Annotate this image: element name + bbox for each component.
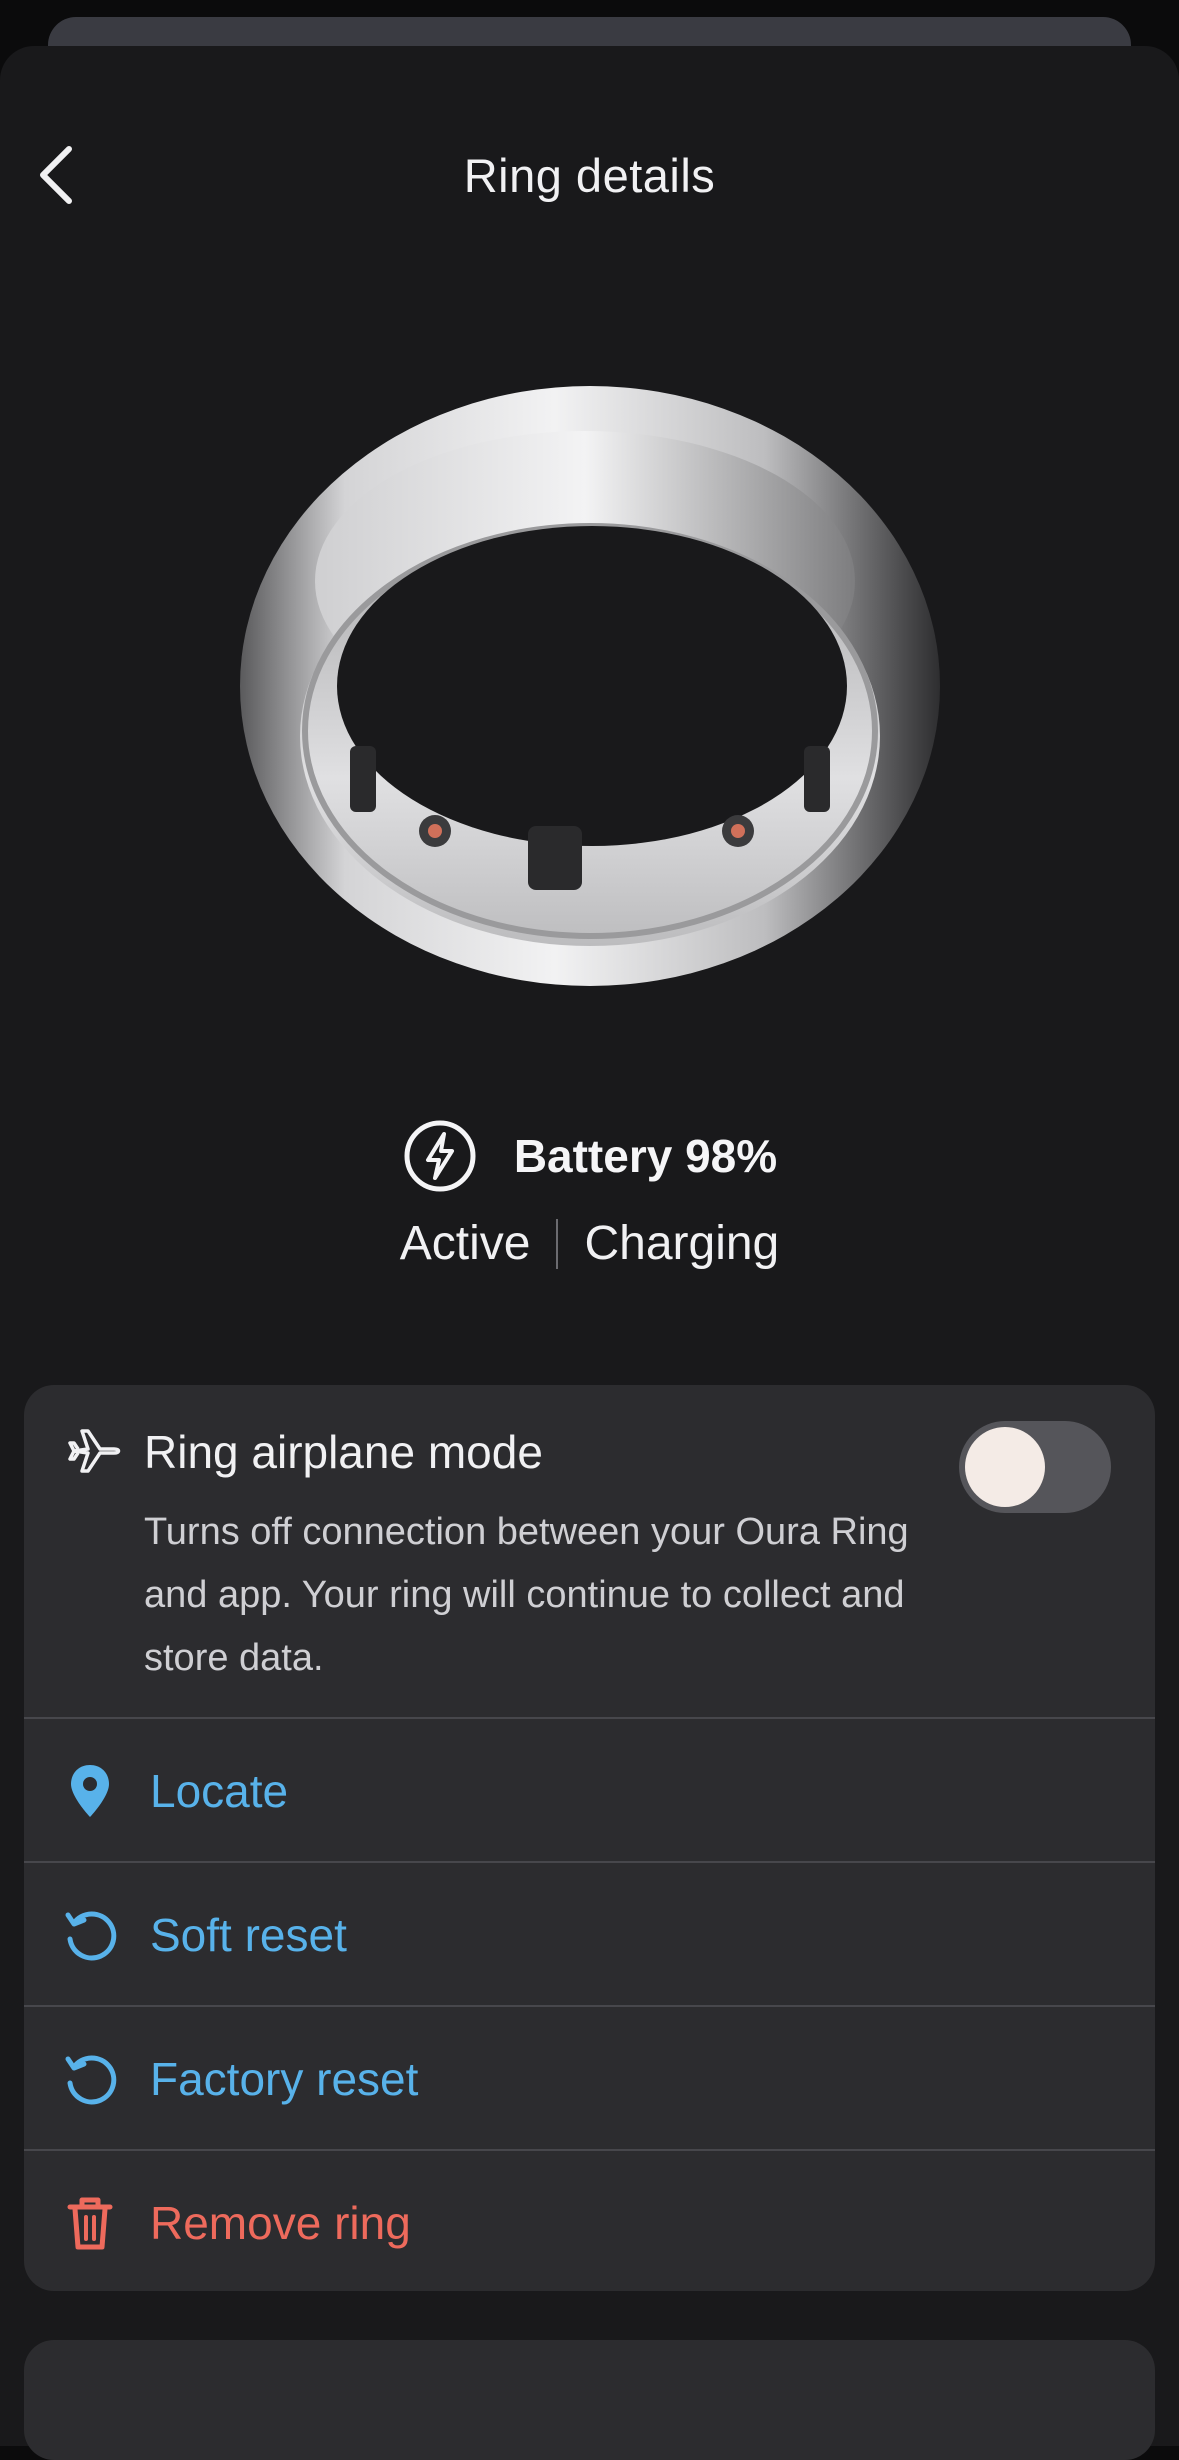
battery-level: Battery 98% — [513, 1130, 778, 1182]
locate-label: Locate — [150, 1764, 289, 1817]
ring-image — [230, 356, 950, 996]
airplane-mode-toggle[interactable] — [959, 1421, 1111, 1513]
active-status: Active — [399, 1217, 531, 1270]
charging-bolt-icon — [404, 1120, 476, 1192]
airplane-mode-title: Ring airplane mode — [144, 1426, 543, 1478]
battery-status: Battery 98% — [0, 1118, 1179, 1194]
factory-reset-label: Factory reset — [150, 2052, 419, 2105]
location-pin-icon — [60, 1761, 120, 1821]
page-title: Ring details — [463, 149, 716, 202]
factory-reset-row[interactable]: Factory reset — [24, 2005, 1155, 2150]
remove-ring-label: Remove ring — [150, 2196, 411, 2249]
airplane-mode-section: Ring airplane mode Turns off connection … — [24, 1385, 1155, 1717]
soft-reset-row[interactable]: Soft reset — [24, 1861, 1155, 2006]
soft-reset-label: Soft reset — [150, 1908, 347, 1961]
toggle-knob — [965, 1427, 1045, 1507]
charging-status: Charging — [584, 1217, 780, 1270]
status-divider — [556, 1218, 559, 1269]
ring-status: Active Charging — [0, 1216, 1179, 1271]
next-settings-card[interactable] — [24, 2340, 1155, 2460]
ring-settings-card: Ring airplane mode Turns off connection … — [24, 1385, 1155, 2291]
reset-icon — [60, 1905, 120, 1965]
remove-ring-row[interactable]: Remove ring — [24, 2149, 1155, 2291]
reset-icon — [60, 2049, 120, 2109]
trash-icon — [60, 2193, 120, 2253]
airplane-icon — [68, 1429, 121, 1473]
locate-row[interactable]: Locate — [24, 1717, 1155, 1862]
airplane-mode-description: Turns off connection between your Oura R… — [144, 1511, 909, 1679]
